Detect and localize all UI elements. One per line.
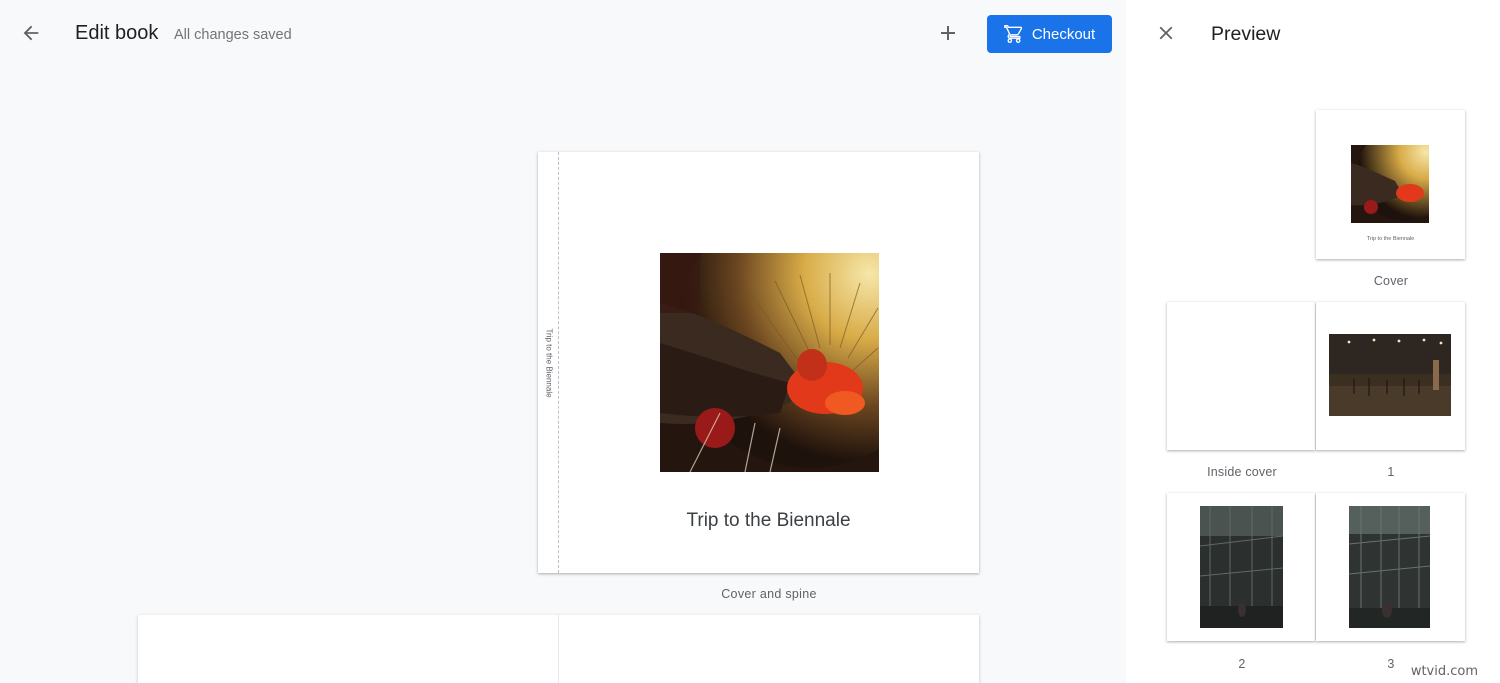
preview-panel: Preview Trip to the Biennale Cover Insid… [1126,0,1500,683]
spread-fold [558,615,559,683]
label-inside-cover: Inside cover [1207,465,1277,479]
add-page-button[interactable] [931,16,965,50]
cover-photo[interactable] [660,253,879,472]
page-title: Edit book [75,22,159,44]
cover-title[interactable]: Trip to the Biennale [558,510,979,532]
preview-thumb-inside-cover[interactable] [1167,302,1315,450]
cover-page[interactable]: Trip to the Biennale Trip to the Biennal… [538,152,979,573]
label-cover: Cover [1373,274,1409,288]
preview-thumb-page-3[interactable] [1316,493,1465,641]
preview-thumb-page-1[interactable] [1316,302,1465,450]
preview-title: Preview [1211,23,1281,45]
preview-thumb-cover[interactable]: Trip to the Biennale [1316,110,1465,259]
page-3-photo [1349,506,1430,628]
checkout-button[interactable]: Checkout [987,15,1112,53]
arrow-left-icon [23,25,39,41]
save-status: All changes saved [174,27,292,43]
checkout-label: Checkout [1031,25,1096,43]
cover-caption: Cover and spine [721,587,817,601]
label-page-2: 2 [1238,657,1246,671]
cart-icon [1003,24,1024,44]
book-editor: Edit book All changes saved Checkout Tri… [0,0,1126,683]
close-icon [1159,26,1173,40]
cover-thumb-title: Trip to the Biennale [1366,236,1415,242]
close-preview-button[interactable] [1150,17,1182,49]
back-button[interactable] [14,16,48,50]
cover-thumb-photo [1351,145,1429,223]
inside-spread[interactable] [138,615,979,683]
preview-thumb-page-2[interactable] [1167,493,1315,641]
plus-icon [941,26,955,40]
top-app-bar: Edit book All changes saved Checkout [0,0,1126,68]
watermark: wtvid.com [1410,664,1478,679]
page-1-photo [1329,334,1451,416]
page-2-photo [1200,506,1283,628]
label-page-1: 1 [1387,465,1395,479]
spine-title: Trip to the Biennale [544,328,554,398]
